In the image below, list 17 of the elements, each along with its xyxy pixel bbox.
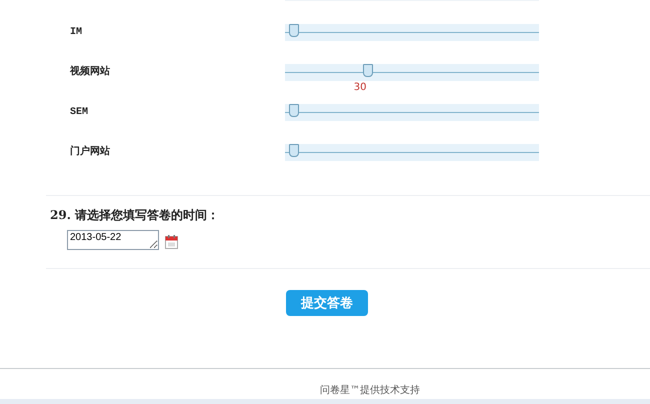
slider-track[interactable] — [285, 144, 539, 161]
slider-thumb[interactable] — [289, 104, 299, 117]
slider-thumb[interactable] — [289, 144, 299, 157]
slider-label: 门户网站 — [70, 144, 111, 160]
calendar-icon[interactable] — [165, 235, 178, 249]
date-field[interactable]: 2013-05-22 — [67, 230, 159, 250]
slider-value: 30 — [354, 82, 367, 93]
slider-label: 视频网站 — [70, 64, 111, 80]
slider-track[interactable] — [285, 104, 539, 121]
question-title: 29. 请选择您填写答卷的时间： — [50, 207, 220, 224]
slider-label: IM — [70, 26, 84, 40]
footer-text: 问卷星™提供技术支持 — [320, 384, 420, 397]
slider-thumb[interactable] — [289, 24, 299, 37]
slider-thumb[interactable] — [362, 64, 373, 77]
slider-label: SEM — [70, 106, 90, 120]
slider-track[interactable] — [285, 64, 539, 81]
slider-track[interactable] — [285, 24, 539, 41]
